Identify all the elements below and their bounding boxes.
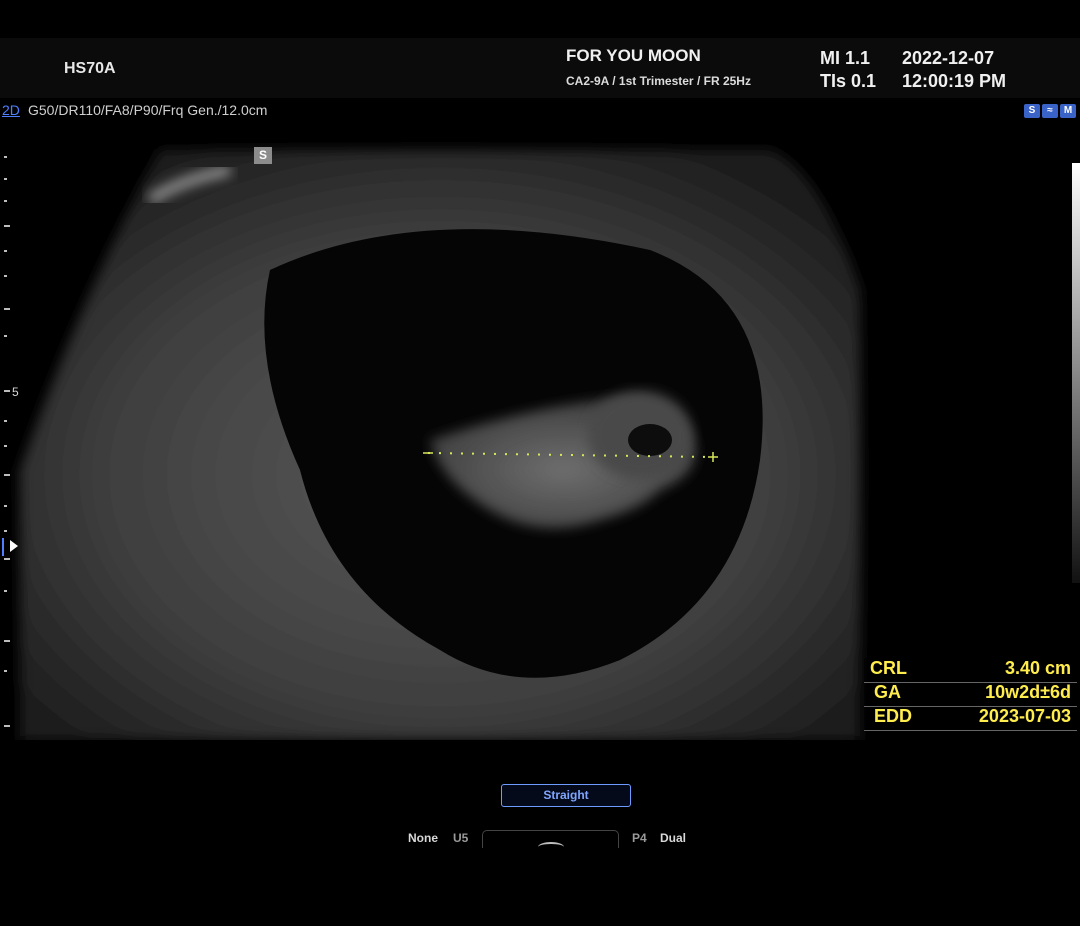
thermal-index: TIs 0.1 <box>820 71 877 91</box>
system-model: HS70A <box>64 60 116 77</box>
u5-option[interactable]: U5 <box>453 831 468 845</box>
none-option[interactable]: None <box>408 831 438 845</box>
depth-label: 5 <box>12 385 19 399</box>
measurement-value: 2023-07-03 <box>978 706 1071 726</box>
mechanical-index: MI 1.1 <box>820 48 871 68</box>
p4-option[interactable]: P4 <box>632 831 647 845</box>
measurement-key: GA <box>874 682 901 702</box>
exam-date: 2022-12-07 <box>902 48 995 68</box>
measurement-panel: CRL 3.40 cm GA 10w2d±6d EDD 2023-07-03 <box>864 658 1077 732</box>
measurement-value: 3.40 cm <box>1004 658 1071 678</box>
patient-name: FOR YOU MOON <box>566 46 701 65</box>
measurement-row-crl: CRL 3.40 cm <box>864 658 1077 683</box>
measurement-row-ga: GA 10w2d±6d <box>864 682 1077 707</box>
measurement-value: 10w2d±6d <box>985 682 1071 702</box>
orientation-marker: S <box>254 147 272 164</box>
fetal-head-cavity <box>628 424 672 456</box>
wave-status-icon: ≈ <box>1042 104 1058 118</box>
lower-panel <box>0 848 1080 926</box>
dual-option[interactable]: Dual <box>660 831 686 845</box>
grayscale-bar <box>1072 163 1080 583</box>
depth-scale <box>0 150 20 730</box>
exam-preset: CA2-9A / 1st Trimester / FR 25Hz <box>566 74 751 88</box>
measurement-key: EDD <box>874 706 913 726</box>
focus-zone-bar <box>2 538 4 556</box>
imaging-params: G50/DR110/FA8/P90/Frq Gen./12.0cm <box>28 102 268 118</box>
status-icon-group: S ≈ M <box>1024 104 1076 118</box>
exam-time: 12:00:19 PM <box>902 71 1007 91</box>
s-status-icon: S <box>1024 104 1040 118</box>
focus-marker-icon[interactable] <box>10 540 18 552</box>
m-status-icon: M <box>1060 104 1076 118</box>
straight-button[interactable]: Straight <box>501 784 631 807</box>
measurement-row-edd: EDD 2023-07-03 <box>864 706 1077 731</box>
imaging-mode[interactable]: 2D <box>2 102 20 118</box>
measurement-key: CRL <box>870 658 907 678</box>
ultrasound-image <box>20 150 860 740</box>
